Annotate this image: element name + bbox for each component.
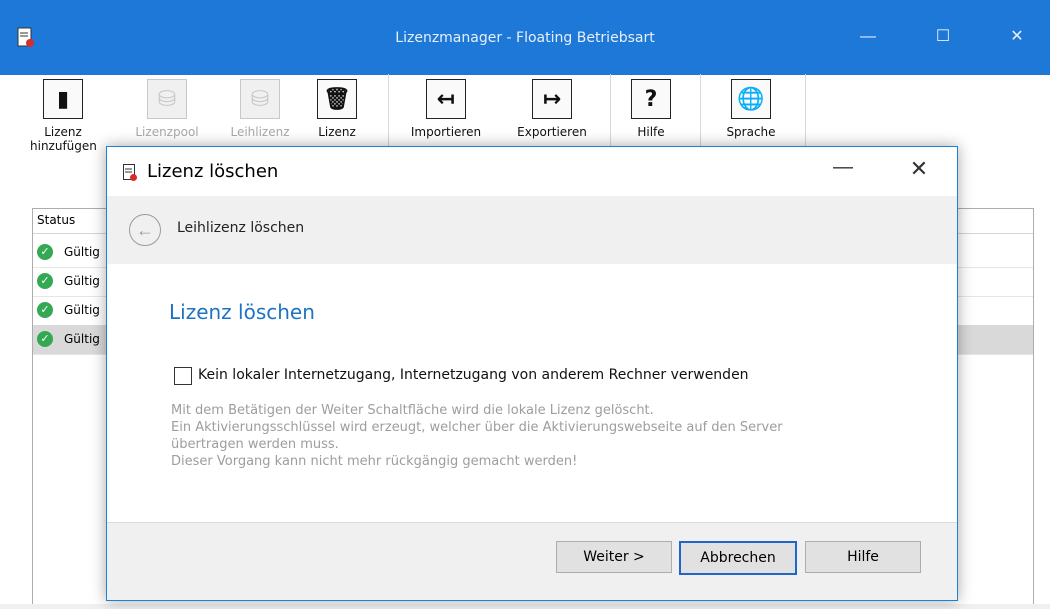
info-line: Ein Aktivierungsschlüssel wird erzeugt, … [171,420,783,435]
borrow-license-icon: ⛁ [240,79,280,119]
license-pool-icon: ⛁ [147,79,187,119]
dialog-footer: Weiter > Abbrechen Hilfe [107,523,957,600]
toolbar-separator [610,74,611,152]
window-title: Lizenzmanager - Floating Betriebsart [395,30,655,46]
add-license-icon: ▮ [43,79,83,119]
globe-icon: 🌐 [731,79,771,119]
help-label: Hilfe [637,125,665,139]
delete-license-label: Lizenz [318,125,356,139]
language-label: Sprache [726,125,776,139]
dialog-close-button[interactable]: ✕ [901,156,937,186]
minimize-button[interactable]: — [850,22,886,52]
import-icon: ↤ [426,79,466,119]
info-line: übertragen werden muss. [171,437,339,452]
window-titlebar: Lizenzmanager - Floating Betriebsart — ☐… [0,0,1050,75]
info-line: Dieser Vorgang kann nicht mehr rückgängi… [171,454,578,469]
help-icon: ? [631,79,671,119]
check-circle-icon: ✓ [37,302,53,318]
info-line: Mit dem Betätigen der Weiter Schaltfläch… [171,403,654,418]
borrow-license-label: Leihlizenz [230,125,290,139]
toolbar-separator [700,74,701,152]
license-icon [123,164,137,181]
license-pool-label: Lizenzpool [135,125,199,139]
no-internet-checkbox[interactable] [174,367,192,385]
add-license-label: Lizenz hinzufügen [30,125,97,153]
info-text: Mit dem Betätigen der Weiter Schaltfläch… [171,402,911,470]
check-circle-icon: ✓ [37,273,53,289]
dialog-content: Lizenz löschen Kein lokaler Internetzuga… [107,264,957,523]
add-license-button[interactable]: ▮ Lizenz hinzufügen [30,79,97,163]
dialog-titlebar: Lizenz löschen — ✕ [107,147,957,196]
check-circle-icon: ✓ [37,244,53,260]
dialog-title: Lizenz löschen [147,161,279,182]
cancel-button[interactable]: Abbrechen [679,541,797,575]
page-heading: Lizenz löschen [169,300,315,324]
back-arrow-icon[interactable]: ← [129,214,161,246]
toolbar-separator [388,74,389,152]
no-internet-checkbox-label[interactable]: Kein lokaler Internetzugang, Internetzug… [198,367,749,383]
export-label: Exportieren [517,125,587,139]
check-circle-icon: ✓ [37,331,53,347]
import-label: Importieren [410,125,482,139]
delete-license-dialog: Lizenz löschen — ✕ ← Leihlizenz löschen … [106,146,958,601]
maximize-button[interactable]: ☐ [925,22,961,52]
next-button[interactable]: Weiter > [556,541,672,573]
window-bottom-edge [0,604,1050,609]
dialog-minimize-button[interactable]: — [825,156,861,186]
close-button[interactable]: ✕ [999,22,1035,52]
help-dialog-button[interactable]: Hilfe [805,541,921,573]
wizard-nav: ← Leihlizenz löschen [107,196,957,265]
toolbar-separator [805,74,806,152]
wizard-step-title: Leihlizenz löschen [177,220,305,236]
export-icon: ↦ [532,79,572,119]
trash-icon: 🗑 [317,79,357,119]
